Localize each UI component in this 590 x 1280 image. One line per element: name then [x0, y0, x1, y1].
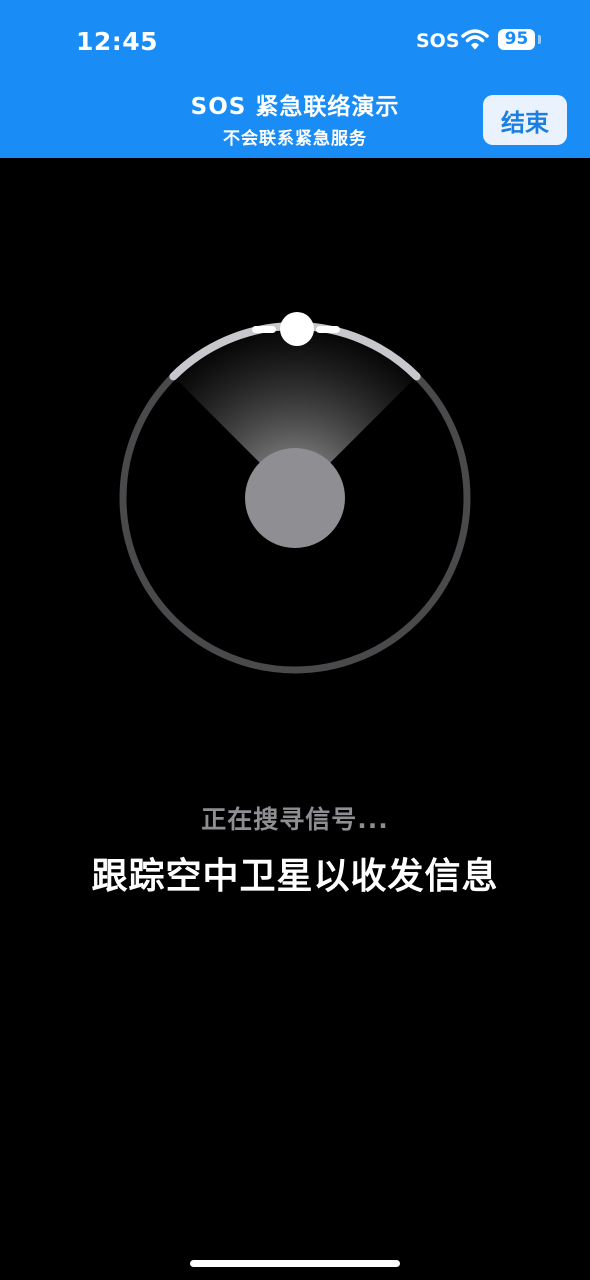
status-sos-indicator: SOS: [416, 30, 460, 52]
sos-demo-banner: 12:45 SOS 95 SOS 紧急联络演示 不会联系紧急服务 结束: [0, 0, 590, 158]
battery-level: 95: [498, 29, 535, 50]
phone-center-circle: [245, 448, 345, 548]
battery-nub: [538, 35, 541, 44]
wifi-icon: [461, 29, 489, 50]
satellite-marker-icon: [280, 312, 314, 346]
home-indicator[interactable]: [190, 1260, 400, 1267]
instruction-text: 跟踪空中卫星以收发信息: [91, 856, 499, 897]
satellite-tracker: [119, 312, 471, 674]
searching-status: 正在搜寻信号...: [201, 805, 389, 834]
aim-tick-left: [252, 326, 276, 333]
end-demo-button[interactable]: 结束: [483, 95, 567, 145]
status-time: 12:45: [76, 27, 159, 56]
aim-tick-right: [316, 326, 340, 333]
